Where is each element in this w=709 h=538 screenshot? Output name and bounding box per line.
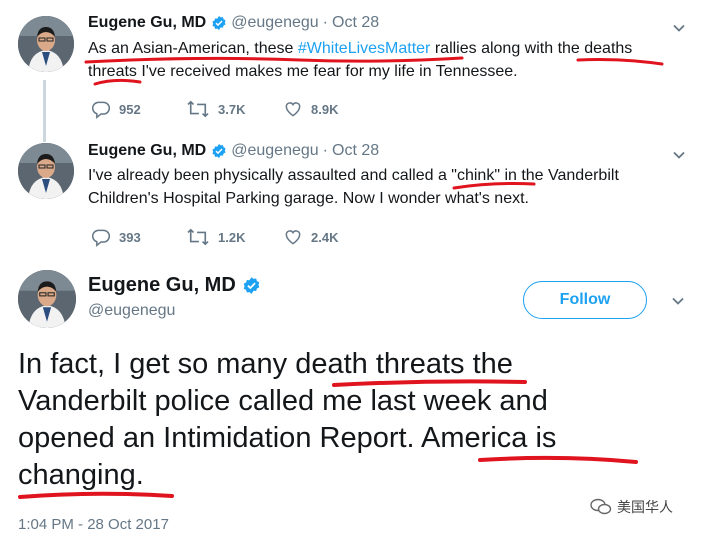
reply-count: 393	[119, 229, 141, 245]
tweet-text-part: rallies along with the deaths	[430, 40, 633, 57]
like-button[interactable]: 8.9K	[283, 99, 338, 119]
verified-badge-icon	[211, 15, 227, 31]
tweet-text-line: Children's Hospital Parking garage. Now …	[88, 190, 529, 207]
retweet-button[interactable]: 3.7K	[186, 99, 245, 119]
author-name[interactable]: Eugene Gu, MD	[88, 142, 206, 160]
heart-icon	[285, 102, 301, 117]
author-handle[interactable]: @eugenegu	[231, 142, 318, 160]
retweet-icon	[187, 100, 209, 118]
retweet-icon	[187, 228, 209, 246]
tweet-date[interactable]: Oct 28	[332, 14, 379, 32]
reply-button[interactable]: 952	[91, 99, 141, 119]
author-name[interactable]: Eugene Gu, MD	[88, 274, 236, 297]
author-name[interactable]: Eugene Gu, MD	[88, 14, 206, 32]
retweet-count: 3.7K	[218, 101, 246, 117]
like-button[interactable]: 2.4K	[283, 227, 338, 247]
reply-icon	[91, 101, 111, 119]
chevron-down-icon[interactable]	[670, 293, 686, 314]
tweet-actions: 952 3.7K 8.9K	[88, 99, 488, 121]
avatar[interactable]	[18, 143, 74, 199]
reply-icon	[91, 229, 111, 247]
tweet-actions: 393 1.2K 2.4K	[88, 227, 488, 249]
wechat-icon	[590, 498, 612, 515]
follow-button[interactable]: Follow	[523, 281, 647, 319]
tweet-date[interactable]: Oct 28	[332, 142, 379, 160]
annotation-underline	[18, 491, 174, 499]
tweet-text-line: threats I've received makes me fear for …	[88, 63, 518, 80]
tweet-text: I've already been physically assaulted a…	[88, 164, 688, 210]
verified-badge-icon	[242, 276, 261, 295]
tweet-text-line: I've already been physically assaulted a…	[88, 167, 619, 184]
main-tweet-line: In fact, I get so many death threats the	[18, 348, 513, 380]
like-count: 8.9K	[311, 101, 339, 117]
tweet-timestamp[interactable]: 1:04 PM - 28 Oct 2017	[18, 516, 169, 533]
author-handle[interactable]: @eugenegu	[231, 14, 318, 32]
retweet-button[interactable]: 1.2K	[186, 227, 245, 247]
reply-button[interactable]: 393	[91, 227, 141, 247]
main-tweet-line: opened an Intimidation Report. America i…	[18, 422, 557, 454]
author-handle[interactable]: @eugenegu	[88, 302, 175, 320]
avatar[interactable]	[18, 270, 76, 328]
tweet-header: Eugene Gu, MD @eugenegu · Oct 28	[88, 142, 379, 160]
verified-badge-icon	[211, 143, 227, 159]
reply-count: 952	[119, 101, 141, 117]
watermark-text: 美国华人	[617, 500, 673, 516]
main-tweet-text: In fact, I get so many death threats the…	[18, 346, 698, 494]
main-tweet-line: changing.	[18, 459, 144, 491]
retweet-count: 1.2K	[218, 229, 246, 245]
tweet-text: As an Asian-American, these #WhiteLivesM…	[88, 37, 688, 83]
like-count: 2.4K	[311, 229, 339, 245]
main-tweet-line: Vanderbilt police called me last week an…	[18, 385, 548, 417]
hashtag-link[interactable]: #WhiteLivesMatter	[298, 40, 431, 57]
separator-dot: ·	[322, 14, 328, 31]
watermark: 美国华人	[590, 497, 673, 517]
main-tweet-author: Eugene Gu, MD	[88, 274, 261, 297]
heart-icon	[285, 230, 301, 245]
avatar[interactable]	[18, 16, 74, 72]
tweet-text-part: As an Asian-American, these	[88, 40, 298, 57]
thread-line	[43, 80, 46, 142]
follow-label: Follow	[559, 291, 611, 308]
separator-dot: ·	[322, 142, 328, 159]
tweet-header: Eugene Gu, MD @eugenegu · Oct 28	[88, 14, 379, 32]
